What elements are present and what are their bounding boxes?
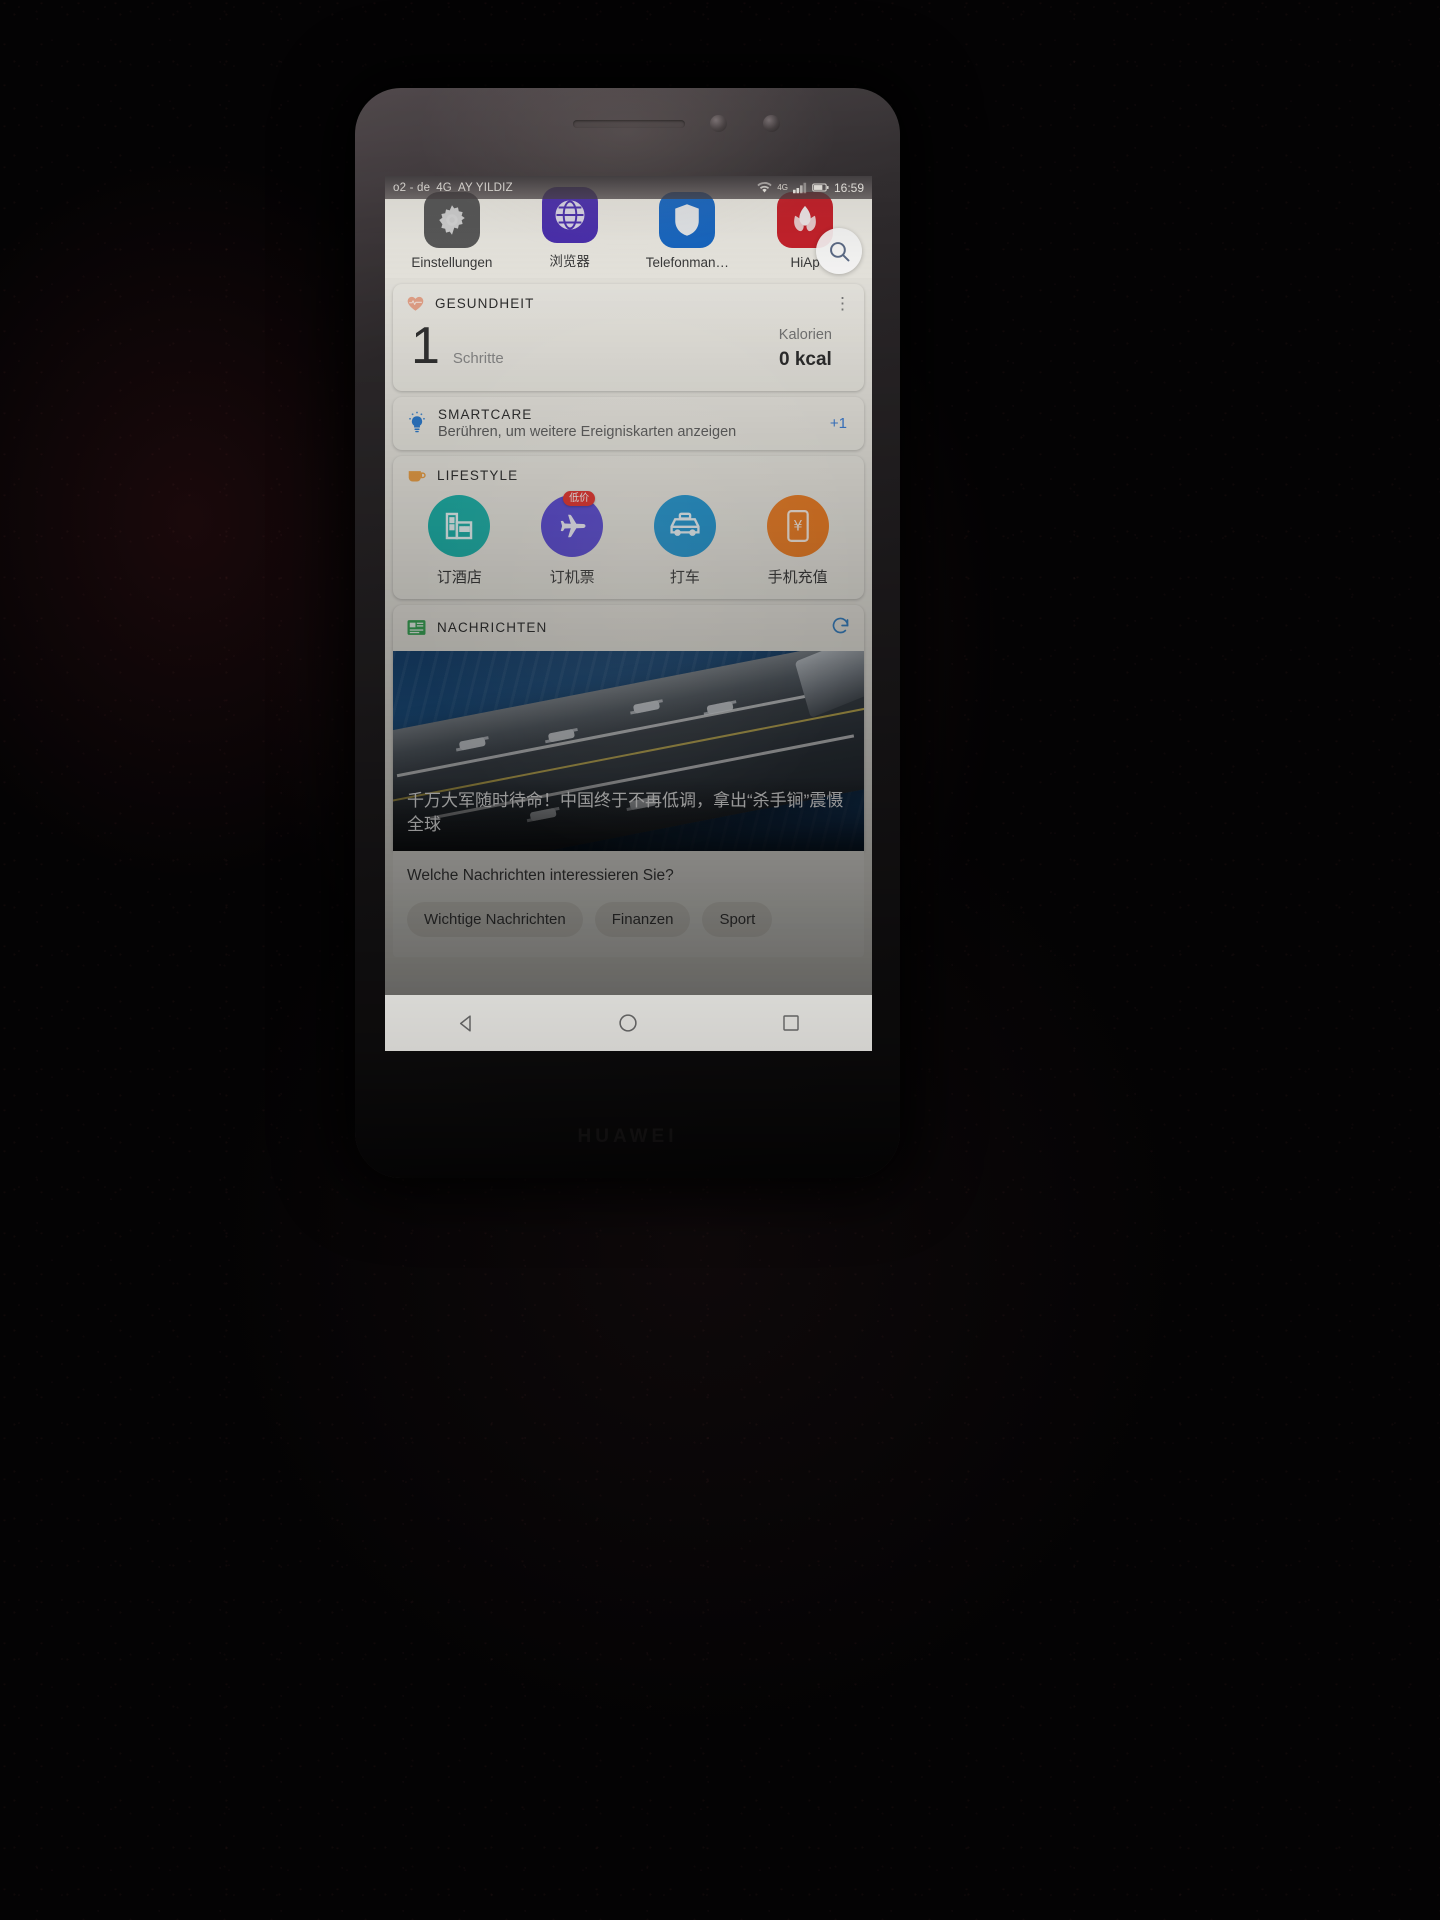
app-label: Einstellungen [411,255,493,270]
lifestyle-item-hotel[interactable]: 订酒店 [411,494,507,587]
network-type-label: 4G [777,183,788,192]
signal-icon [792,182,807,193]
mobile-topup-icon: ¥ [766,494,829,557]
smartcare-subtitle: Berühren, um weitere Ereigniskarten anze… [438,423,737,440]
calories-label: Kalorien [778,326,832,343]
refresh-icon[interactable] [830,615,851,641]
lifestyle-item-label: 打车 [669,568,700,586]
lifestyle-item-topup[interactable]: ¥ 手机充值 [750,494,846,587]
health-card[interactable]: GESUNDHEIT ⋮ 1 Schritte Kalorien 0 kcal [393,284,864,391]
parked-jet [458,736,486,751]
nav-back-button[interactable] [431,1003,501,1043]
health-card-header: GESUNDHEIT ⋮ [393,284,864,317]
steps-label: Schritte [452,350,504,367]
smartcare-more-count[interactable]: +1 [830,415,851,432]
nav-recents-button[interactable] [756,1003,826,1043]
carrier-primary: o2 - de [393,181,431,194]
interest-chip-row: Wichtige Nachrichten Finanzen Sport [407,901,850,937]
lifestyle-item-taxi[interactable]: 打车 [637,494,733,587]
recents-square-icon [783,1015,799,1031]
news-card-title: NACHRICHTEN [437,620,548,636]
steps-metric: 1 Schritte [411,317,504,375]
front-camera-lens [710,115,727,132]
app-label: 浏览器 [549,254,590,269]
lifestyle-card-header: LIFESTYLE [393,456,864,489]
health-card-body: 1 Schritte Kalorien 0 kcal [393,317,864,391]
carrier-secondary: AY YILDIZ [457,181,513,194]
carrier-label: o2 - de 4G AY YILDIZ [393,182,513,194]
svg-text:¥: ¥ [793,518,802,534]
search-icon [829,241,849,261]
smartcare-card[interactable]: SMARTCARE Berühren, um weitere Ereignisk… [393,396,864,450]
interest-chip-sport[interactable]: Sport [702,901,773,937]
app-shortcut-browser[interactable]: 浏览器 [518,187,622,270]
airplane-icon: 低价 [541,490,604,557]
health-card-title: GESUNDHEIT [435,296,535,311]
photo-of-phone-scene: Einstellungen 浏览器 Telefonman… HiAp o2 - … [0,0,1440,1920]
lifestyle-card-title: LIFESTYLE [437,467,519,483]
smartcare-text: SMARTCARE Berühren, um weitere Ereignisk… [438,407,736,440]
calories-value: 0 kcal [778,348,832,370]
news-interest-prompt: Welche Nachrichten interessieren Sie? Wi… [393,850,864,957]
device-brand-label: HUAWEI [577,1126,678,1147]
smartcare-title: SMARTCARE [438,406,533,422]
proximity-sensor [763,115,780,132]
search-button[interactable] [816,228,862,274]
battery-icon [812,183,829,192]
taxi-car-icon [653,494,716,557]
parked-jet [632,699,660,714]
steps-value: 1 [411,317,440,375]
app-shortcut-einstellungen[interactable]: Einstellungen [400,192,504,270]
system-navigation-bar [385,995,872,1051]
interest-chip-finanzen[interactable]: Finanzen [594,901,691,937]
news-card: NACHRICHTEN 千万大军随时待命！中国终于不再低调，拿出“杀手锏”震慑全… [393,604,864,851]
carrier-network: 4G [436,181,452,194]
lifestyle-item-flight[interactable]: 低价 订机票 [524,490,620,587]
back-triangle-icon [459,1014,471,1032]
app-shortcut-telefonmanager[interactable]: Telefonman… [635,192,739,270]
phone-screen: Einstellungen 浏览器 Telefonman… HiAp o2 - … [385,176,872,1051]
lifestyle-item-label: 订酒店 [436,568,482,586]
news-card-header: NACHRICHTEN [393,605,864,651]
news-hero-image[interactable]: 千万大军随时待命！中国终于不再低调，拿出“杀手锏”震慑全球 [393,650,864,851]
hotel-building-icon [428,494,491,557]
phone-manager-shield-icon [659,192,716,248]
discount-badge: 低价 [563,490,596,507]
home-circle-icon [619,1014,638,1032]
card-stack: GESUNDHEIT ⋮ 1 Schritte Kalorien 0 kcal [385,278,872,957]
lifestyle-item-label: 订机票 [549,568,595,586]
app-label: Telefonman… [645,255,730,270]
settings-gear-icon [423,192,480,248]
earpiece-speaker [573,120,685,128]
carrier-island-tower [794,650,864,718]
nav-home-button[interactable] [593,1003,663,1043]
interest-question: Welche Nachrichten interessieren Sie? [407,866,674,884]
overflow-menu-icon[interactable]: ⋮ [834,295,851,312]
status-bar: o2 - de 4G AY YILDIZ 4G 16:59 [385,176,872,199]
newspaper-icon [407,620,426,636]
lifestyle-card: LIFESTYLE 订酒店 低价 订机票 打车 ¥ 手机充值 [393,455,864,599]
lifestyle-shortcut-row: 订酒店 低价 订机票 打车 ¥ 手机充值 [393,489,864,599]
calories-metric: Kalorien 0 kcal [779,327,846,371]
status-icons: 4G 16:59 [757,181,864,195]
huawei-phone-body: Einstellungen 浏览器 Telefonman… HiAp o2 - … [355,88,900,1178]
interest-chip-wichtige-nachrichten[interactable]: Wichtige Nachrichten [407,901,583,937]
heart-pulse-icon [407,296,424,311]
news-headline[interactable]: 千万大军随时待命！中国终于不再低调，拿出“杀手锏”震慑全球 [393,776,864,851]
lightbulb-idea-icon [409,411,425,433]
wifi-icon [757,182,772,193]
status-clock: 16:59 [833,180,864,195]
coffee-cup-icon [408,471,426,482]
lifestyle-item-label: 手机充值 [767,568,828,586]
